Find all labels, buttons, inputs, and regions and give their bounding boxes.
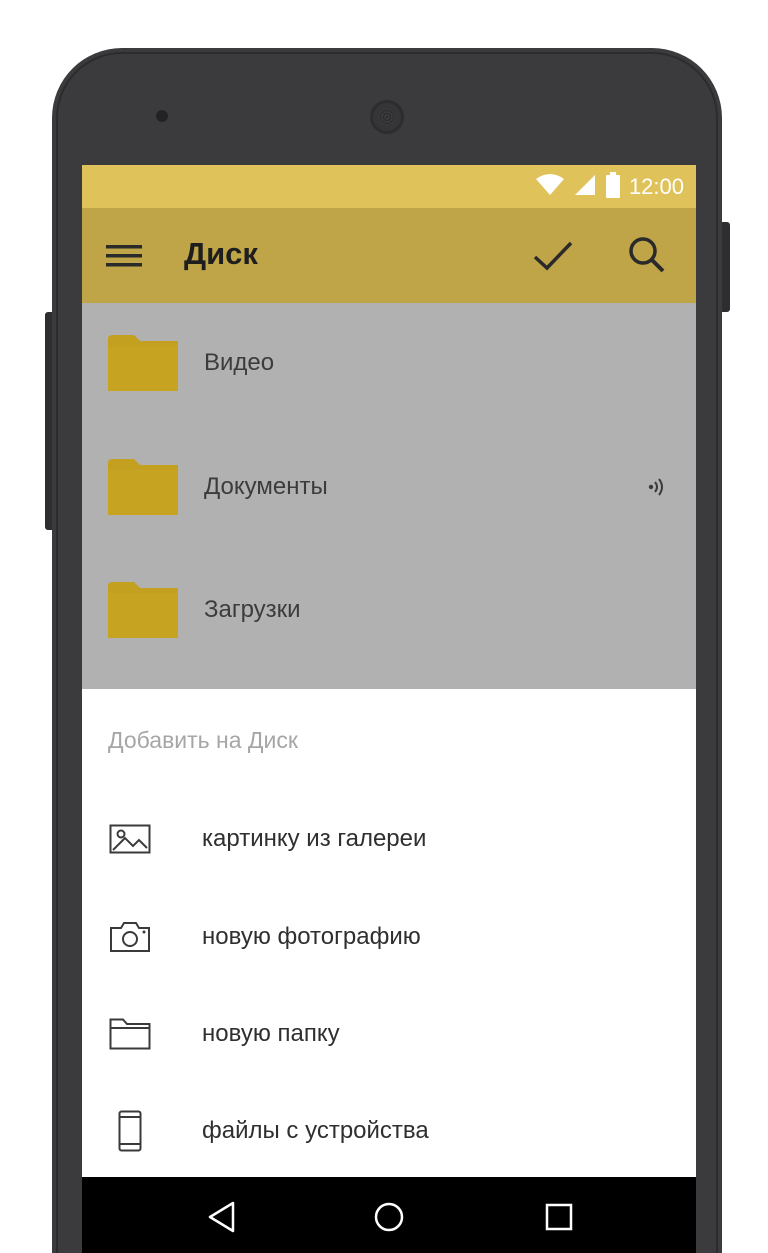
recents-icon <box>545 1203 573 1231</box>
battery-icon <box>605 171 621 203</box>
power-button <box>722 222 730 312</box>
check-icon <box>533 241 573 271</box>
folder-name: Видео <box>204 349 275 376</box>
sheet-item-label: картинку из галереи <box>202 825 427 852</box>
folder-icon <box>108 582 178 638</box>
back-button[interactable] <box>202 1197 242 1237</box>
home-icon <box>374 1202 404 1232</box>
search-icon <box>629 237 665 273</box>
folder-name: Загрузки <box>204 596 301 623</box>
offline-sync-icon <box>648 478 663 496</box>
status-indicators: 12:00 <box>535 171 684 203</box>
sheet-header: Добавить на Диск <box>108 727 298 753</box>
list-item[interactable]: Загрузки <box>82 558 696 668</box>
system-nav-bar <box>82 1177 696 1253</box>
sheet-item-label: файлы с устройства <box>202 1117 429 1144</box>
menu-button[interactable] <box>102 236 146 276</box>
folder-list: Видео Документы Загрузки <box>82 303 696 689</box>
folder-name: Документы <box>204 473 328 500</box>
select-mode-button[interactable] <box>530 234 576 278</box>
phone-screen: 12:00 Диск Видео Документы Загрузки Доба… <box>82 165 696 1253</box>
sheet-item-label: новую фотографию <box>202 923 421 950</box>
sheet-item-camera[interactable]: новую фотографию <box>82 889 696 985</box>
add-to-disk-sheet: Добавить на Диск картинку из галереи нов… <box>82 689 696 1177</box>
front-sensor <box>156 110 168 122</box>
sheet-item-device-files[interactable]: файлы с устройства <box>82 1083 696 1179</box>
page-title: Диск <box>184 236 258 271</box>
wifi-icon <box>535 173 565 202</box>
folder-icon <box>108 335 178 391</box>
list-item[interactable]: Документы <box>82 435 696 545</box>
signal-icon <box>573 173 597 202</box>
search-button[interactable] <box>624 232 670 278</box>
status-bar: 12:00 <box>82 165 696 208</box>
gallery-image-icon <box>108 819 152 859</box>
back-icon <box>208 1201 235 1233</box>
home-button[interactable] <box>369 1197 409 1237</box>
phone-device-icon <box>108 1110 152 1152</box>
earpiece-speaker <box>370 100 404 134</box>
recents-button[interactable] <box>539 1197 579 1237</box>
folder-outline-icon <box>108 1014 152 1054</box>
app-bar: Диск <box>82 208 696 303</box>
sheet-item-label: новую папку <box>202 1020 340 1047</box>
folder-icon <box>108 459 178 515</box>
list-item[interactable]: Видео <box>82 311 696 421</box>
menu-icon <box>106 245 142 267</box>
stage: 12:00 Диск Видео Документы Загрузки Доба… <box>0 0 768 1253</box>
sheet-item-gallery[interactable]: картинку из галереи <box>82 791 696 887</box>
status-time: 12:00 <box>628 174 684 199</box>
camera-icon <box>108 917 152 957</box>
sheet-item-new-folder[interactable]: новую папку <box>82 986 696 1082</box>
